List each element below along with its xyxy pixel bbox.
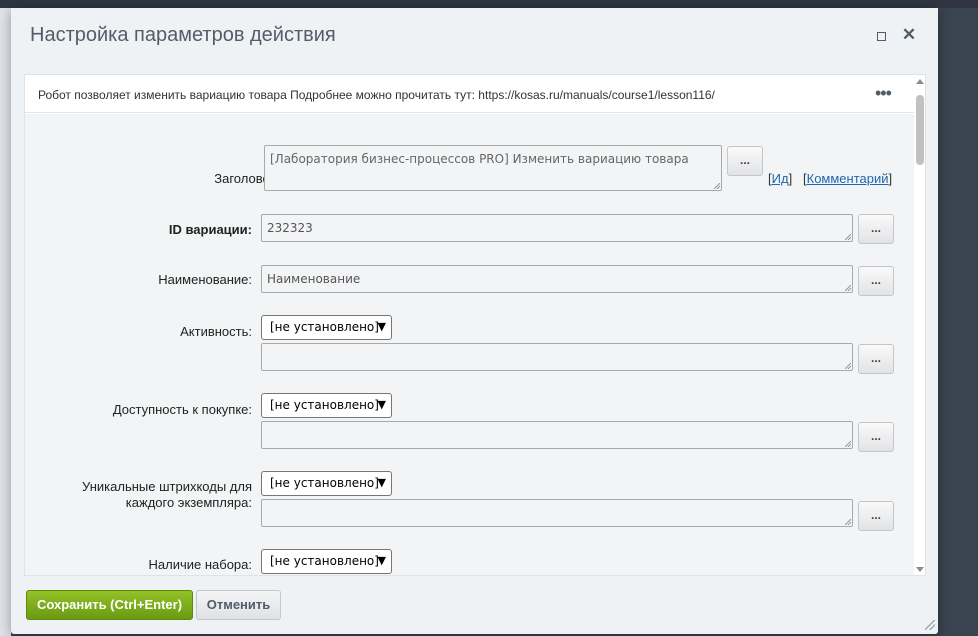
dialog-title: Настройка параметров действия (30, 24, 336, 46)
bundle-select-value: [не установлено] (270, 554, 379, 568)
availability-label: Доступность к покупке: (112, 402, 252, 417)
comment-link-wrap: [Комментарий] (803, 171, 893, 186)
chevron-down-icon: ▼ (377, 476, 386, 489)
chevron-down-icon: ▼ (377, 398, 386, 411)
scroll-down-arrow-icon[interactable] (916, 567, 924, 572)
cancel-button[interactable]: Отменить (196, 590, 281, 620)
active-label: Активность: (180, 324, 252, 339)
more-menu-icon[interactable]: ••• (875, 83, 892, 104)
availability-input[interactable] (261, 421, 853, 449)
info-text: Робот позволяет изменить вариацию товара… (38, 88, 715, 102)
name-label: Наименование: (158, 272, 252, 287)
variation-id-label: ID вариации: (168, 222, 252, 237)
vertical-scrollbar[interactable] (914, 75, 925, 575)
bundle-select[interactable]: [не установлено] ▼ (261, 549, 392, 574)
variation-id-insert-button[interactable]: ... (858, 214, 894, 244)
barcodes-select[interactable]: [не установлено] ▼ (261, 471, 392, 496)
comment-link[interactable]: Комментарий (807, 171, 889, 186)
barcodes-label-line2: каждого экземпляра: (125, 495, 252, 510)
barcodes-input[interactable] (261, 499, 853, 527)
chevron-down-icon: ▼ (377, 554, 386, 567)
settings-panel: Робот позволяет изменить вариацию товара… (24, 74, 926, 576)
id-link[interactable]: Ид (772, 171, 789, 186)
background-page-left (0, 8, 11, 636)
barcodes-insert-button[interactable]: ... (858, 501, 894, 531)
availability-select[interactable]: [не установлено] ▼ (261, 393, 392, 418)
close-icon[interactable]: ✕ (899, 25, 919, 45)
active-select[interactable]: [не установлено] ▼ (261, 315, 392, 340)
scroll-thumb[interactable] (916, 95, 924, 165)
resize-grip-icon[interactable] (925, 620, 935, 630)
id-link-wrap: [Ид] (768, 171, 793, 186)
barcodes-select-value: [не установлено] (270, 476, 379, 490)
availability-insert-button[interactable]: ... (858, 422, 894, 452)
title-textarea[interactable]: [Лаборатория бизнес-процессов PRO] Измен… (264, 145, 722, 191)
action-settings-dialog: Настройка параметров действия ✕ Робот по… (11, 8, 938, 634)
name-input[interactable]: Наименование (261, 265, 853, 293)
scroll-up-arrow-icon[interactable] (916, 79, 924, 84)
form-content: Заголовок: [Лаборатория бизнес-процессов… (25, 114, 915, 575)
save-button[interactable]: Сохранить (Ctrl+Enter) (26, 590, 193, 620)
active-select-value: [не установлено] (270, 320, 379, 334)
name-insert-button[interactable]: ... (858, 266, 894, 296)
dialog-titlebar: Настройка параметров действия ✕ (11, 8, 938, 62)
background-top-strip (0, 0, 978, 8)
active-input[interactable] (261, 343, 853, 371)
active-insert-button[interactable]: ... (858, 344, 894, 374)
chevron-down-icon: ▼ (377, 320, 386, 333)
barcodes-label-line1: Уникальные штрихкоды для (82, 479, 252, 494)
variation-id-input[interactable]: 232323 (261, 214, 853, 242)
title-label: Заголовок: (214, 171, 279, 186)
bundle-label: Наличие набора: (148, 557, 253, 572)
title-insert-button[interactable]: ... (727, 146, 763, 176)
maximize-icon[interactable] (871, 25, 891, 45)
info-bar: Робот позволяет изменить вариацию товара… (25, 75, 915, 113)
availability-select-value: [не установлено] (270, 398, 379, 412)
